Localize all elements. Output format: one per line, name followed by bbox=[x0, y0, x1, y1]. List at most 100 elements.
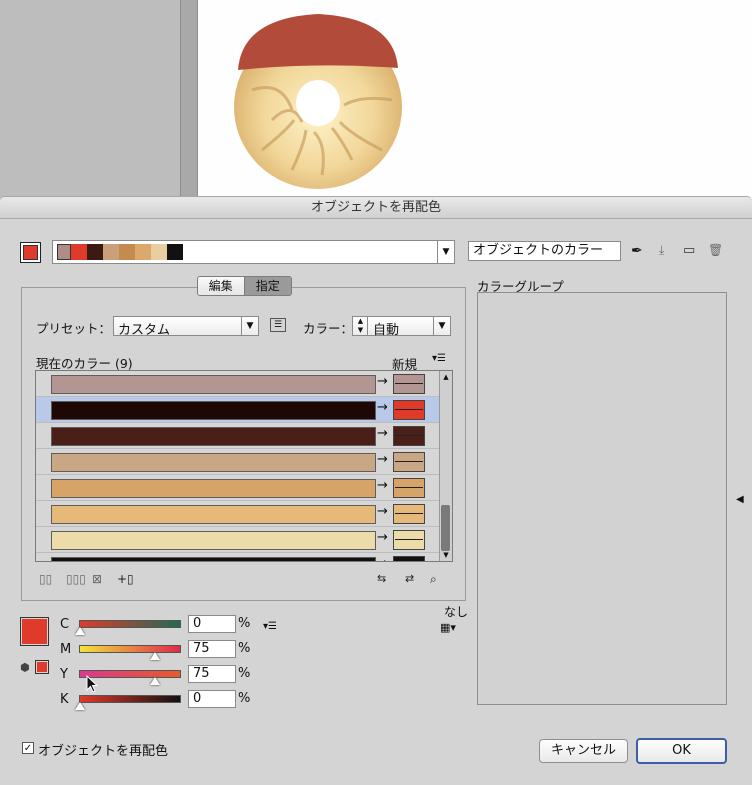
arrow-right-icon[interactable]: → bbox=[377, 452, 393, 467]
new-color-swatch[interactable] bbox=[393, 452, 425, 472]
find-color-icon[interactable]: ⌕ bbox=[430, 572, 437, 587]
arrow-right-icon[interactable]: → bbox=[377, 478, 393, 493]
color-row[interactable]: → bbox=[36, 475, 441, 501]
slider-thumb[interactable] bbox=[150, 677, 160, 685]
exclude-colors-icon[interactable]: ⊠ bbox=[92, 572, 102, 586]
base-color-swatch[interactable] bbox=[20, 242, 41, 263]
color-row[interactable]: → bbox=[36, 397, 441, 423]
color-assignment-list: → → → → → → → → ▲ ▼ bbox=[35, 370, 453, 562]
recolor-dialog: オブジェクトを再配色 ▼ オブジェクトのカラー ✒ ⤓ ▭ 🗑 編集 指定 プリ… bbox=[0, 196, 752, 785]
recolor-checkbox[interactable]: ✓ bbox=[22, 742, 34, 754]
arrow-right-icon[interactable]: → bbox=[377, 530, 393, 545]
color-group-storage[interactable] bbox=[477, 292, 727, 705]
channel-slider[interactable] bbox=[79, 695, 181, 703]
none-label: なし bbox=[444, 605, 469, 619]
mode-tabs: 編集 指定 bbox=[197, 276, 292, 296]
channel-slider[interactable] bbox=[79, 645, 181, 653]
channel-label: Y bbox=[60, 667, 68, 682]
separate-colors-icon[interactable]: ▯▯▯ bbox=[66, 572, 86, 586]
color-row[interactable]: → bbox=[36, 501, 441, 527]
tab-edit[interactable]: 編集 bbox=[198, 277, 245, 295]
arrow-right-icon[interactable]: → bbox=[377, 504, 393, 519]
channel-value-field[interactable]: 0 bbox=[188, 615, 236, 633]
current-color-bar[interactable] bbox=[51, 401, 376, 420]
eyedropper-icon[interactable]: ✒ bbox=[631, 243, 643, 259]
group-strip-swatch bbox=[71, 244, 87, 260]
current-color-bar[interactable] bbox=[51, 453, 376, 472]
current-color-swatch[interactable] bbox=[20, 617, 49, 646]
channel-value-field[interactable]: 75 bbox=[188, 640, 236, 658]
harmony-grid-icon[interactable]: ▦▾ bbox=[440, 621, 456, 634]
new-row-icon[interactable]: +▯ bbox=[117, 572, 134, 586]
color-row[interactable]: → bbox=[36, 371, 441, 397]
color-group-strip[interactable]: ▼ bbox=[52, 240, 455, 264]
scroll-up-icon[interactable]: ▲ bbox=[440, 371, 452, 383]
stepper-icon[interactable]: ▲ ▼ bbox=[354, 317, 368, 335]
new-color-swatch[interactable] bbox=[393, 400, 425, 420]
merge-colors-icon[interactable]: ▯▯ bbox=[39, 572, 52, 586]
base-color-fill bbox=[23, 245, 38, 260]
chevron-down-icon: ▼ bbox=[433, 317, 450, 335]
cube-icon[interactable]: ⬢ bbox=[20, 661, 30, 674]
new-color-swatch[interactable] bbox=[393, 374, 425, 394]
cancel-button[interactable]: キャンセル bbox=[539, 739, 628, 763]
preset-options-icon[interactable]: ☰ bbox=[270, 318, 286, 332]
arrow-right-icon[interactable]: → bbox=[377, 374, 393, 389]
folder-icon[interactable]: ▭ bbox=[683, 243, 695, 258]
cmyk-sliders: C 0% M 75% Y 75% K 0% bbox=[55, 615, 275, 715]
preset-select[interactable]: カスタム ▼ bbox=[113, 316, 259, 338]
new-color-swatch[interactable] bbox=[393, 426, 425, 446]
ok-button[interactable]: OK bbox=[636, 738, 727, 764]
current-color-bar[interactable] bbox=[51, 505, 376, 524]
channel-value-field[interactable]: 75 bbox=[188, 665, 236, 683]
color-row[interactable]: → bbox=[36, 423, 441, 449]
save-group-icon[interactable]: ⤓ bbox=[659, 243, 664, 258]
color-row[interactable]: → bbox=[36, 553, 441, 561]
color-row[interactable]: → bbox=[36, 527, 441, 553]
group-strip-swatch bbox=[119, 244, 135, 260]
arrow-right-icon[interactable]: → bbox=[377, 426, 393, 441]
new-color-swatch[interactable] bbox=[393, 478, 425, 498]
list-scrollbar[interactable]: ▲ ▼ bbox=[439, 371, 452, 561]
new-color-swatch[interactable] bbox=[393, 504, 425, 524]
trash-icon[interactable]: 🗑 bbox=[708, 243, 723, 257]
new-color-swatch[interactable] bbox=[393, 530, 425, 550]
new-color-swatch[interactable] bbox=[393, 556, 425, 561]
channel-slider[interactable] bbox=[79, 620, 181, 628]
color-row[interactable]: → bbox=[36, 449, 441, 475]
group-name-field[interactable]: オブジェクトのカラー bbox=[468, 241, 621, 261]
colors-count-select[interactable]: ▲ ▼ 自動 ▼ bbox=[352, 316, 451, 338]
color-group-swatches bbox=[57, 244, 199, 260]
current-color-bar[interactable] bbox=[51, 479, 376, 498]
slider-thumb[interactable] bbox=[150, 652, 160, 660]
list-menu-icon[interactable]: ▾☰ bbox=[432, 353, 446, 364]
slider-thumb[interactable] bbox=[75, 627, 85, 635]
workspace-pasteboard bbox=[0, 0, 180, 200]
scroll-thumb[interactable] bbox=[441, 505, 450, 551]
group-strip-swatch bbox=[135, 244, 151, 260]
recolor-checkbox-label[interactable]: オブジェクトを再配色 bbox=[38, 740, 168, 759]
mouse-cursor-icon bbox=[86, 675, 98, 693]
preset-label: プリセット： bbox=[36, 321, 112, 336]
arrow-right-icon[interactable]: → bbox=[377, 556, 393, 561]
percent-label: % bbox=[238, 641, 251, 656]
randomize-saturation-icon[interactable]: ⇄ bbox=[405, 572, 414, 585]
chevron-down-icon: ▼ bbox=[241, 317, 258, 335]
current-color-bar[interactable] bbox=[51, 375, 376, 394]
current-color-bar[interactable] bbox=[51, 557, 376, 561]
out-of-gamut-swatch[interactable] bbox=[35, 660, 49, 674]
scroll-down-icon[interactable]: ▼ bbox=[440, 549, 452, 561]
tab-assign[interactable]: 指定 bbox=[244, 277, 291, 295]
randomize-order-icon[interactable]: ⇆ bbox=[377, 572, 386, 585]
current-color-bar[interactable] bbox=[51, 531, 376, 550]
expand-panel-icon[interactable]: ◀ bbox=[736, 494, 744, 505]
group-strip-swatch bbox=[87, 244, 103, 260]
color-mode-menu-icon[interactable]: ▾☰ bbox=[263, 621, 277, 632]
percent-label: % bbox=[238, 691, 251, 706]
current-color-bar[interactable] bbox=[51, 427, 376, 446]
gamut-fill bbox=[37, 662, 47, 672]
chevron-down-icon[interactable]: ▼ bbox=[437, 241, 454, 263]
channel-value-field[interactable]: 0 bbox=[188, 690, 236, 708]
slider-thumb[interactable] bbox=[75, 702, 85, 710]
arrow-right-icon[interactable]: → bbox=[377, 400, 393, 415]
